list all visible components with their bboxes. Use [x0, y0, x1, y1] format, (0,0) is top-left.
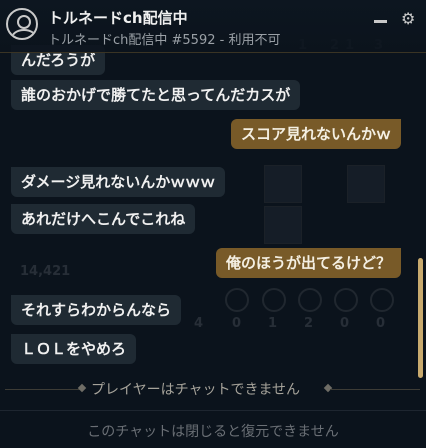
- bg-stat-icon: [370, 288, 394, 312]
- chat-header: トルネードch配信中 トルネードch配信中 #5592 - 利用不可 ⚙: [0, 0, 426, 53]
- bg-stat: 0: [376, 316, 386, 331]
- bg-item-slot: [347, 165, 385, 203]
- bg-stat: 2: [304, 316, 314, 331]
- diamond-icon: [77, 383, 87, 393]
- bg-stat-icon: [225, 288, 249, 312]
- bg-stat: 0: [340, 316, 350, 331]
- message-outgoing: スコア見れないんかｗ: [230, 119, 401, 149]
- message-incoming: 誰のおかげで勝てたと思ってんだカスが: [11, 80, 301, 110]
- message-incoming: ＬＯＬをやめろ: [11, 334, 137, 364]
- message-incoming: ダメージ見れないんかｗｗｗ: [11, 167, 226, 197]
- user-avatar-icon[interactable]: [6, 8, 38, 40]
- chat-subtitle: トルネードch配信中 #5592 - 利用不可: [48, 33, 281, 48]
- bg-item-slot: [264, 206, 302, 244]
- minimize-icon[interactable]: [373, 11, 389, 27]
- bg-stat: 4: [194, 316, 204, 331]
- bg-gold: 14,421: [20, 264, 71, 279]
- bg-item-slot: [264, 165, 302, 203]
- scrollbar-thumb[interactable]: [418, 258, 423, 378]
- divider-line: [330, 389, 420, 390]
- system-notice-text: プレイヤーはチャットできません: [91, 382, 301, 398]
- chat-title: トルネードch配信中: [48, 9, 188, 27]
- bg-stat: 0: [232, 316, 242, 331]
- system-notice: プレイヤーはチャットできません: [0, 376, 426, 404]
- bg-stat: 1: [268, 316, 278, 331]
- chat-footer: このチャットは閉じると復元できません: [0, 410, 426, 448]
- gear-icon[interactable]: ⚙: [401, 11, 417, 27]
- bg-stat-icon: [298, 288, 322, 312]
- diamond-icon: [323, 383, 333, 393]
- message-incoming: それすらわからんなら: [11, 295, 182, 325]
- footer-notice: このチャットは閉じると復元できません: [87, 424, 339, 440]
- bg-stat-icon: [262, 288, 286, 312]
- message-outgoing: 俺のほうが出てるけど？: [215, 248, 401, 278]
- divider-line: [5, 389, 80, 390]
- message-incoming: あれだけへこんでこれね: [11, 204, 196, 234]
- bg-stat-icon: [334, 288, 358, 312]
